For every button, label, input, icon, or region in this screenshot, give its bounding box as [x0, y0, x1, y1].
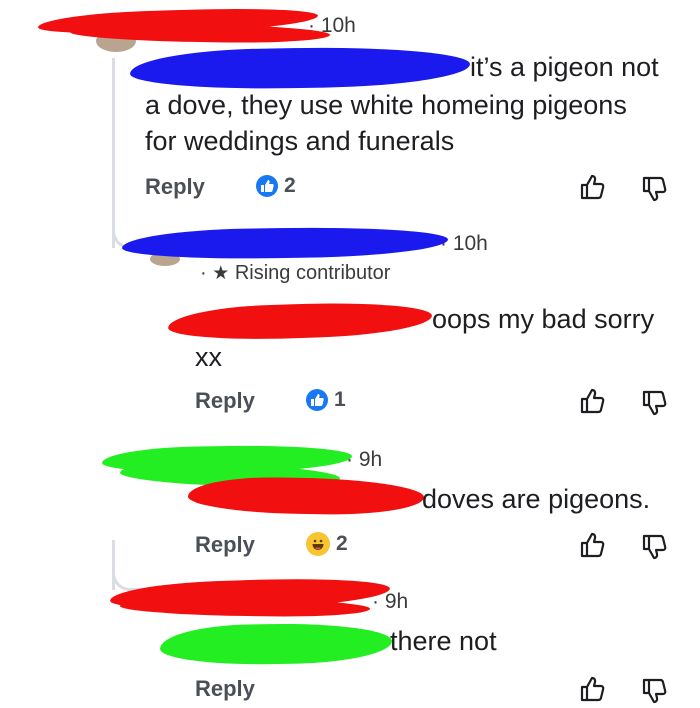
upvote-icon[interactable]	[578, 530, 608, 560]
upvote-icon[interactable]	[578, 674, 608, 704]
comment-text-line: there not	[390, 626, 497, 656]
like-icon	[256, 175, 278, 197]
timestamp-value: 10h	[320, 14, 356, 37]
comment-text-line: doves are pigeons.	[422, 484, 651, 514]
redacted-mention	[187, 475, 425, 517]
reply-button[interactable]: Reply	[145, 174, 205, 200]
haha-icon	[306, 532, 330, 556]
redacted-mention	[167, 299, 433, 343]
star-icon: ★	[212, 263, 230, 284]
comment-text-line: oops my bad sorry	[432, 304, 655, 334]
timestamp-value: 10h	[452, 232, 488, 255]
redacted-mention	[159, 621, 393, 667]
reply-button[interactable]: Reply	[195, 388, 255, 414]
comment-timestamp: · 9h	[346, 448, 383, 471]
reaction-count: 2	[284, 174, 296, 197]
reaction-count: 2	[336, 532, 348, 555]
timestamp-value: 9h	[384, 590, 409, 613]
upvote-icon[interactable]	[578, 386, 608, 416]
badge-separator: ·	[200, 262, 207, 284]
comment-text-line: a dove, they use white homeing pigeons	[145, 90, 627, 120]
comment-text-line: xx	[195, 342, 222, 372]
redacted-mention	[129, 45, 471, 91]
downvote-icon[interactable]	[640, 532, 670, 562]
downvote-icon[interactable]	[640, 388, 670, 418]
downvote-icon[interactable]	[640, 174, 670, 204]
reaction-summary[interactable]: 1	[306, 388, 346, 412]
upvote-icon[interactable]	[578, 172, 608, 202]
contributor-badge: · ★ Rising contributor	[200, 262, 390, 285]
reaction-summary[interactable]: 2	[306, 532, 348, 556]
reaction-summary[interactable]: 2	[256, 174, 296, 198]
timestamp-value: 9h	[358, 448, 383, 471]
like-icon	[306, 389, 328, 411]
reply-button[interactable]: Reply	[195, 676, 255, 702]
downvote-icon[interactable]	[640, 676, 670, 706]
comment-timestamp: · 9h	[372, 590, 409, 613]
comment-timestamp: · 10h	[308, 14, 356, 37]
thread-connector	[112, 558, 145, 591]
badge-label: Rising contributor	[234, 262, 391, 284]
comment-text-line: for weddings and funerals	[145, 126, 455, 156]
redacted-author-name	[121, 225, 449, 261]
reaction-count: 1	[334, 388, 346, 411]
comment-timestamp: · 10h	[440, 232, 488, 255]
comment-text-line: it’s a pigeon not	[470, 52, 659, 82]
reply-button[interactable]: Reply	[195, 532, 255, 558]
